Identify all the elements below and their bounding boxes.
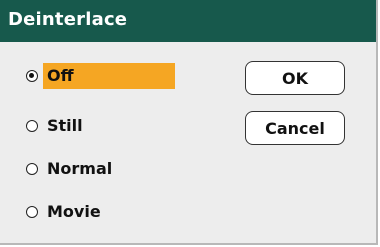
radio-label-off: Off <box>43 63 175 89</box>
cancel-button[interactable]: Cancel <box>245 111 345 145</box>
deinterlace-dialog: Deinterlace Off Still Normal Movie OK Ca… <box>0 0 378 245</box>
radio-option-movie[interactable]: Movie <box>26 199 101 225</box>
dialog-title-bar: Deinterlace <box>0 0 376 42</box>
dialog-title: Deinterlace <box>8 9 128 30</box>
radio-option-normal[interactable]: Normal <box>26 156 112 182</box>
radio-button-still[interactable] <box>26 120 38 132</box>
ok-button[interactable]: OK <box>245 61 345 95</box>
radio-label-still: Still <box>47 116 83 135</box>
radio-option-still[interactable]: Still <box>26 113 83 139</box>
radio-button-off[interactable] <box>26 70 38 82</box>
radio-label-normal: Normal <box>47 159 113 178</box>
radio-option-off[interactable]: Off <box>26 63 175 89</box>
radio-button-normal[interactable] <box>26 163 38 175</box>
radio-button-movie[interactable] <box>26 206 38 218</box>
radio-label-movie: Movie <box>47 202 101 221</box>
